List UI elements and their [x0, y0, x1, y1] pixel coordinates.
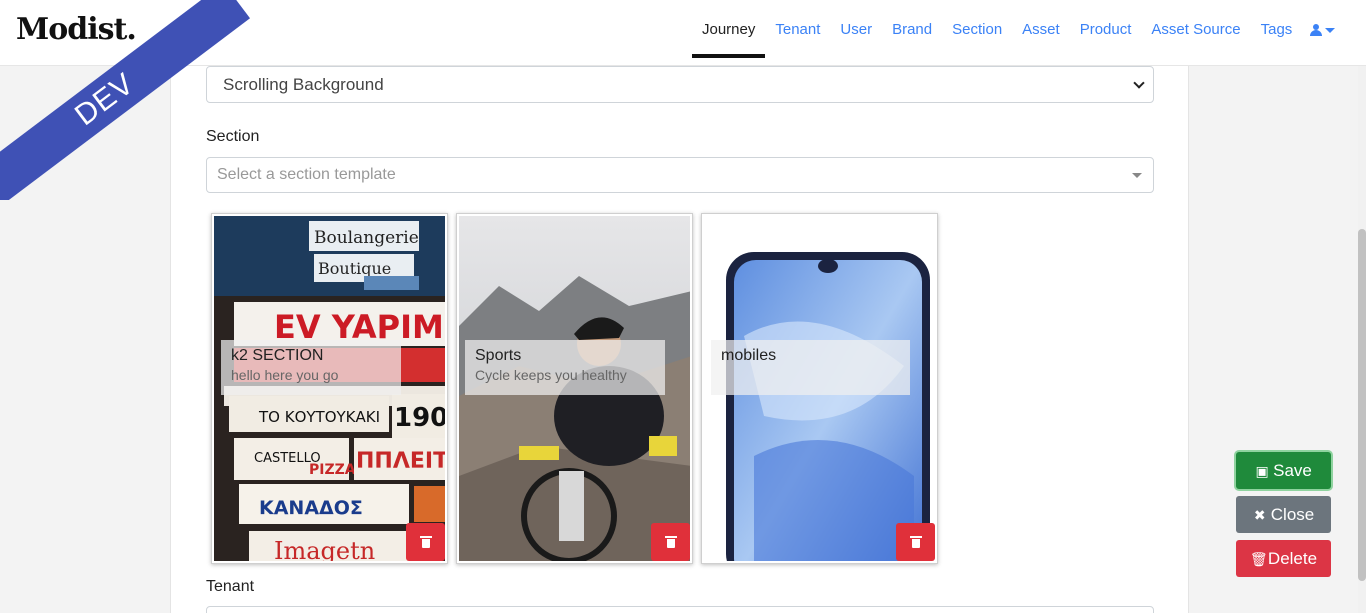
close-button[interactable]: ✖ Close — [1236, 496, 1331, 533]
user-menu[interactable] — [1302, 2, 1343, 58]
section-card[interactable]: Boulangerie Boutique EV YAPIM ΤΟ ΚΟΥΤΟΥΚ… — [211, 213, 448, 564]
top-navbar: Modist. Journey Tenant User Brand Sectio… — [0, 0, 1366, 66]
nav-tags[interactable]: Tags — [1251, 0, 1303, 56]
section-label: Section — [206, 128, 260, 145]
type-select-value: Scrolling Background — [223, 75, 384, 94]
nav-links: Journey Tenant User Brand Section Asset … — [692, 0, 1343, 58]
card-caption: Sports Cycle keeps you healthy — [465, 340, 665, 395]
delete-button-label: Delete — [1267, 548, 1318, 568]
trash-icon: 🗑 — [1249, 550, 1268, 567]
nav-asset-source[interactable]: Asset Source — [1141, 0, 1250, 56]
close-button-label: Close — [1270, 504, 1315, 524]
card-caption: mobiles — [711, 340, 910, 395]
save-button[interactable]: ▣ Save — [1236, 452, 1331, 489]
close-icon: ✖ — [1253, 506, 1266, 523]
nav-tenant[interactable]: Tenant — [765, 0, 830, 56]
nav-section[interactable]: Section — [942, 0, 1012, 56]
scroll-thumb[interactable] — [1358, 229, 1366, 581]
svg-text:Boutique: Boutique — [318, 259, 391, 278]
nav-user[interactable]: User — [830, 0, 882, 56]
svg-text:1901: 1901 — [394, 403, 445, 433]
trash-icon — [664, 536, 677, 548]
section-card[interactable]: Sports Cycle keeps you healthy — [456, 213, 693, 564]
card-title: k2 SECTION — [231, 347, 324, 364]
dropdown-arrow-icon — [1132, 173, 1142, 178]
card-caption: k2 SECTION hello here you go — [221, 340, 401, 395]
card-subtitle: Cycle keeps you healthy — [475, 367, 627, 383]
section-template-placeholder: Select a section template — [217, 166, 396, 183]
section-card[interactable]: mobiles — [701, 213, 938, 564]
tenant-label: Tenant — [206, 578, 255, 595]
scrollbar[interactable] — [1358, 66, 1366, 613]
delete-button[interactable]: 🗑 Delete — [1236, 540, 1331, 577]
delete-card-button[interactable] — [406, 523, 445, 561]
chevron-down-icon — [1133, 77, 1145, 89]
save-button-label: Save — [1273, 460, 1312, 480]
section-template-select[interactable]: Select a section template — [206, 157, 1154, 193]
tenant-select[interactable] — [206, 606, 1154, 613]
trash-icon — [419, 536, 432, 548]
trash-icon — [909, 536, 922, 548]
brand-logo[interactable]: Modist. — [16, 12, 137, 47]
svg-text:ΚΑΝΑΔΟΣ: ΚΑΝΑΔΟΣ — [259, 497, 363, 519]
svg-text:ΤΟ ΚΟΥΤΟΥΚΑΚΙ: ΤΟ ΚΟΥΤΟΥΚΑΚΙ — [258, 408, 380, 426]
floppy-disk-icon: ▣ — [1255, 462, 1269, 479]
delete-card-button[interactable] — [651, 523, 690, 561]
svg-text:PIZZA: PIZZA — [309, 462, 356, 478]
form-panel: Scrolling Background Section Select a se… — [170, 66, 1189, 613]
svg-text:ΠΠΛΕΙΤ: ΠΠΛΕΙΤ — [356, 449, 445, 474]
nav-product[interactable]: Product — [1070, 0, 1142, 56]
card-subtitle: hello here you go — [231, 367, 339, 383]
user-icon — [1310, 24, 1323, 36]
nav-journey[interactable]: Journey — [692, 0, 766, 58]
type-select[interactable]: Scrolling Background — [206, 66, 1154, 103]
delete-card-button[interactable] — [896, 523, 935, 561]
svg-text:Imagetn: Imagetn — [274, 537, 375, 561]
chevron-down-icon — [1325, 27, 1336, 33]
card-title: mobiles — [721, 347, 777, 364]
card-title: Sports — [475, 347, 522, 364]
nav-asset[interactable]: Asset — [1012, 0, 1070, 56]
nav-brand[interactable]: Brand — [882, 0, 942, 56]
svg-text:Boulangerie: Boulangerie — [314, 228, 419, 248]
